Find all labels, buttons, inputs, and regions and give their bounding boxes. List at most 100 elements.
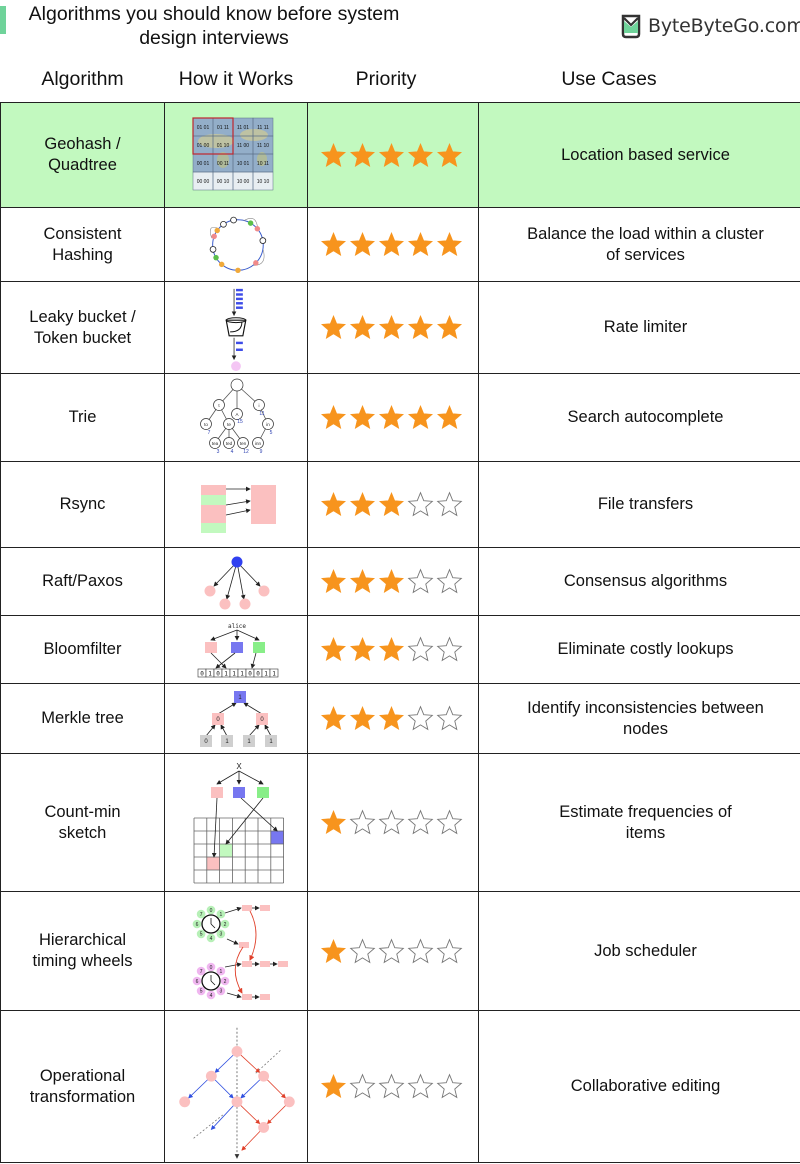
star-rating	[308, 809, 478, 836]
star-rating	[308, 314, 478, 341]
star-empty-icon	[407, 491, 434, 517]
slot-pointer	[226, 992, 242, 998]
trie-node-value: 7	[208, 430, 211, 436]
star-empty-icon	[378, 1073, 405, 1099]
server-node	[230, 216, 237, 223]
algorithm-name-line: Merkle tree	[41, 709, 124, 727]
algorithm-name: Merkle tree	[0, 683, 165, 754]
bit-value: 0	[200, 670, 204, 677]
star-empty-icon	[436, 636, 463, 662]
document-state	[258, 1070, 270, 1082]
hash-function	[205, 641, 217, 653]
hash-arrow	[264, 723, 272, 736]
hash-function	[253, 641, 265, 653]
algorithms-table: Geohash / Quadtree 01 01 01 11 11 01 11 11 01 …	[0, 102, 800, 1163]
algorithm-name: Bloomfilter	[0, 615, 165, 684]
geohash-grid-diagram: 01 01 01 11 11 01 11 11 01 00 01 10 11 00 11 10…	[192, 117, 274, 191]
trie-node-label: A	[235, 411, 238, 416]
star-empty-icon	[349, 809, 376, 835]
priority-rating	[307, 281, 479, 374]
cascade-arrow	[234, 946, 244, 994]
algorithm-name: Rsync	[0, 461, 165, 548]
geohash-cell-label: 00 00	[197, 179, 210, 185]
task-bucket	[278, 960, 288, 967]
star-filled-icon	[320, 314, 347, 340]
use-case-line: File transfers	[597, 495, 694, 513]
algorithm-name-line: Leaky bucket /	[29, 307, 136, 326]
token	[236, 341, 243, 344]
star-empty-icon	[436, 705, 463, 731]
star-rating	[308, 231, 478, 258]
trie-node-label: tea	[212, 440, 219, 445]
use-case: File transfers	[478, 461, 800, 548]
geohash-cell-label: 10 11	[257, 161, 269, 167]
geohash-cell-label: 01 11	[217, 125, 229, 131]
use-case-line: Location based service	[561, 145, 730, 164]
hash-arrow	[205, 723, 216, 736]
geohash-cell-label: 11 11	[257, 125, 269, 131]
file-chunk	[201, 484, 226, 495]
algorithm-name-line: timing wheels	[32, 952, 133, 970]
how-it-works-cell	[164, 461, 308, 548]
algorithm-name-line: Raft/Paxos	[42, 572, 123, 590]
use-case-line: of services	[606, 245, 685, 264]
hash-arrow	[238, 770, 264, 784]
priority-rating	[307, 1010, 479, 1163]
bit-value: 1	[208, 670, 212, 677]
algorithm-name: Operational transformation	[0, 1010, 165, 1163]
document-state	[179, 1095, 191, 1107]
rsync-diagram	[201, 484, 276, 533]
column-header-use-cases: Use Cases	[561, 68, 657, 90]
column-header-priority: Priority	[355, 68, 417, 90]
trie-node-label: te	[227, 421, 231, 426]
geohash-cell-label: 01 01	[197, 125, 210, 131]
task-bucket	[260, 960, 270, 967]
star-filled-icon	[349, 705, 376, 731]
cascade-arrow	[249, 910, 257, 961]
bucket-diagram	[225, 288, 247, 371]
bit-value: 1	[232, 670, 236, 677]
star-filled-icon	[407, 231, 434, 257]
use-case-line: Balance the load within a cluster	[527, 224, 764, 243]
title-accent-bar	[0, 6, 6, 34]
star-empty-icon	[436, 937, 463, 963]
star-empty-icon	[407, 636, 434, 662]
task-bucket	[242, 960, 252, 967]
star-rating	[308, 1073, 478, 1100]
brand-name: ByteByteGo.com	[648, 15, 800, 37]
use-case-line: Identify inconsistencies between	[527, 698, 764, 717]
bit-value: 1	[240, 670, 244, 677]
algorithm-name-line: Hierarchical	[38, 931, 127, 949]
star-filled-icon	[320, 636, 347, 662]
document-state	[231, 1095, 243, 1107]
trie-node-label: to	[204, 421, 208, 426]
hash-arrow	[220, 723, 228, 736]
hash-arrow	[216, 770, 240, 784]
geohash-cell-label: 10 00	[237, 179, 250, 185]
counter-cell-hit	[219, 843, 233, 857]
star-filled-icon	[320, 491, 347, 517]
star-filled-icon	[320, 809, 347, 835]
countmin-key: X	[236, 762, 242, 771]
star-filled-icon	[320, 1073, 347, 1099]
trie-node-label: ten	[240, 440, 247, 445]
page-title: Algorithms you should know before system…	[14, 2, 414, 50]
use-case-line: Consensus algorithms	[563, 572, 728, 590]
star-rating	[308, 142, 478, 169]
hash-arrow	[217, 702, 237, 714]
star-filled-icon	[378, 636, 405, 662]
how-it-works-cell: 01 01 01 11 11 01 11 11 01 00 01 10 11 00 11 10…	[164, 102, 308, 208]
how-it-works-cell	[164, 207, 308, 282]
server-node	[220, 220, 227, 228]
hash-ring-diagram	[209, 216, 267, 273]
bit-arrow	[250, 652, 257, 669]
star-filled-icon	[349, 404, 376, 430]
use-case-line: nodes	[623, 719, 668, 738]
priority-rating	[307, 207, 479, 282]
how-it-works-cell: X	[164, 753, 308, 892]
star-filled-icon	[436, 314, 463, 340]
wheel-slot-label: 0	[210, 964, 213, 970]
star-filled-icon	[378, 705, 405, 731]
star-filled-icon	[378, 491, 405, 517]
request-ball	[231, 360, 241, 371]
